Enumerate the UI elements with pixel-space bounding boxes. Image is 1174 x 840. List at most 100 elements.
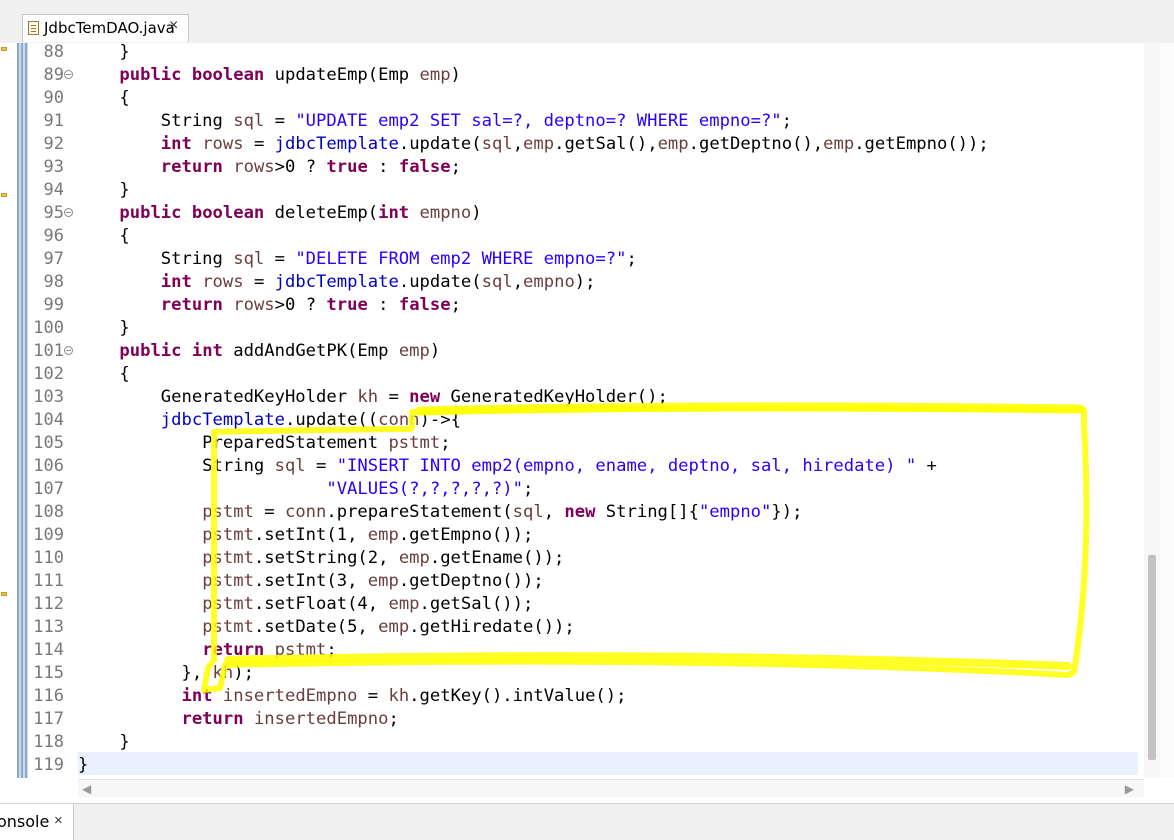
code-token: empno <box>419 203 472 223</box>
code-line[interactable]: 110 pstmt.setString(2, emp.getEname()); <box>0 547 1140 570</box>
code-token: public boolean <box>119 203 265 223</box>
code-token: new <box>564 502 596 522</box>
code-line[interactable]: 96 { <box>0 225 1140 248</box>
code-token: sql <box>481 134 513 154</box>
code-line[interactable]: 100 } <box>0 317 1140 340</box>
code-token: .setDate(5, <box>253 617 379 637</box>
code-line[interactable]: 119} <box>0 754 1140 777</box>
code-token: ) <box>429 341 441 361</box>
vertical-scrollbar-thumb[interactable] <box>1148 555 1156 760</box>
code-token: return <box>202 640 265 660</box>
line-number: 100 <box>33 318 64 338</box>
code-line[interactable]: 107 "VALUES(?,?,?,?,?)"; <box>0 478 1140 501</box>
code-line[interactable]: 116 int insertedEmpno = kh.getKey().intV… <box>0 685 1140 708</box>
code-token: .setInt(3, <box>253 571 368 591</box>
code-token: kh <box>388 686 410 706</box>
code-line[interactable]: 104 jdbcTemplate.update((conn)->{ <box>0 409 1140 432</box>
scroll-right-arrow-icon[interactable]: ▶ <box>1125 782 1134 796</box>
code-line[interactable]: 93 return rows>0 ? true : false; <box>0 156 1140 179</box>
fold-collapse-icon[interactable]: − <box>64 208 73 217</box>
close-tab-icon[interactable]: × <box>169 17 178 35</box>
code-text: jdbcTemplate.update((conn)->{ <box>78 409 461 432</box>
line-number: 119 <box>33 755 64 775</box>
code-token: insertedEmpno <box>253 709 389 729</box>
code-line[interactable]: 118 } <box>0 731 1140 754</box>
code-token: .getSal(), <box>554 134 658 154</box>
code-token: , <box>543 502 565 522</box>
code-token: emp <box>398 548 430 568</box>
code-text: } <box>78 179 130 202</box>
line-number: 96 <box>43 226 64 246</box>
code-line[interactable]: 102 { <box>0 363 1140 386</box>
code-line[interactable]: 101− public int addAndGetPK(Emp emp) <box>0 340 1140 363</box>
code-token: ) <box>471 203 482 223</box>
line-number: 88 <box>43 42 64 62</box>
code-text: { <box>78 87 129 110</box>
line-number: 114 <box>33 640 64 660</box>
code-line[interactable]: 92 int rows = jdbcTemplate.update(sql,em… <box>0 133 1140 156</box>
code-token: pstmt <box>274 640 327 660</box>
code-token: sql <box>481 272 513 292</box>
code-token: GeneratedKeyHolder <box>78 387 358 407</box>
line-number: 106 <box>33 456 64 476</box>
code-token: } <box>78 180 130 200</box>
code-line[interactable]: 106 String sql = "INSERT INTO emp2(empno… <box>0 455 1140 478</box>
code-line[interactable]: 97 String sql = "DELETE FROM emp2 WHERE … <box>0 248 1140 271</box>
code-line[interactable]: 95− public boolean deleteEmp(int empno) <box>0 202 1140 225</box>
code-token: }, <box>78 663 213 683</box>
code-line[interactable]: 109 pstmt.setInt(1, emp.getEmpno()); <box>0 524 1140 547</box>
editor-tab-label: JdbcTemDAO.java <box>44 19 175 37</box>
code-line[interactable]: 108 pstmt = conn.prepareStatement(sql, n… <box>0 501 1140 524</box>
code-line[interactable]: 111 pstmt.setInt(3, emp.getDeptno()); <box>0 570 1140 593</box>
code-line[interactable]: 103 GeneratedKeyHolder kh = new Generate… <box>0 386 1140 409</box>
line-number: 95 <box>43 203 64 223</box>
line-number: 118 <box>33 732 64 752</box>
code-line[interactable]: 99 return rows>0 ? true : false; <box>0 294 1140 317</box>
line-number: 89 <box>43 65 64 85</box>
code-line[interactable]: 88 } <box>0 41 1140 64</box>
code-token: emp <box>378 617 410 637</box>
code-text: PreparedStatement pstmt; <box>78 432 450 455</box>
java-file-icon <box>28 21 39 35</box>
code-line[interactable]: 105 PreparedStatement pstmt; <box>0 432 1140 455</box>
code-text: String sql = "UPDATE emp2 SET sal=?, dep… <box>78 110 792 133</box>
code-text: } <box>78 41 129 64</box>
scroll-left-arrow-icon[interactable]: ◀ <box>82 782 91 796</box>
code-token: = <box>253 502 285 522</box>
code-token: int <box>378 203 410 223</box>
code-editor[interactable]: 88 } 89− public boolean updateEmp(Emp emp… <box>0 41 1174 798</box>
horizontal-scrollbar[interactable]: ◀ ▶ <box>78 779 1144 797</box>
code-line[interactable]: 115 }, kh); <box>0 662 1140 685</box>
editor-tab-jdbctemdao[interactable]: JdbcTemDAO.java × <box>22 14 189 42</box>
code-line[interactable]: 112 pstmt.setFloat(4, emp.getSal()); <box>0 593 1140 616</box>
code-line[interactable]: 113 pstmt.setDate(5, emp.getHiredate()); <box>0 616 1140 639</box>
code-token: sql <box>233 249 265 269</box>
code-text: { <box>78 363 129 386</box>
code-line[interactable]: 114 return pstmt; <box>0 639 1140 662</box>
code-line[interactable]: 91 String sql = "UPDATE emp2 SET sal=?, … <box>0 110 1140 133</box>
code-line[interactable]: 89− public boolean updateEmp(Emp emp) <box>0 64 1140 87</box>
fold-collapse-icon[interactable]: − <box>64 346 73 355</box>
close-console-icon[interactable]: × <box>54 812 63 829</box>
code-token: jdbcTemplate <box>274 134 399 154</box>
code-line[interactable]: 94 } <box>0 179 1140 202</box>
code-line[interactable]: 98 int rows = jdbcTemplate.update(sql,em… <box>0 271 1140 294</box>
code-token: = <box>378 387 410 407</box>
code-token: conn <box>284 502 327 522</box>
code-line[interactable]: 117 return insertedEmpno; <box>0 708 1140 731</box>
code-token: = <box>264 249 296 269</box>
vertical-scrollbar[interactable] <box>1144 43 1161 778</box>
code-text: int rows = jdbcTemplate.update(sql,empno… <box>78 271 596 294</box>
code-text: "VALUES(?,?,?,?,?)"; <box>78 478 533 501</box>
fold-collapse-icon[interactable]: − <box>64 70 73 79</box>
console-tab[interactable]: onsole × <box>0 804 74 840</box>
code-line[interactable]: 90 { <box>0 87 1140 110</box>
code-token: emp <box>388 594 420 614</box>
